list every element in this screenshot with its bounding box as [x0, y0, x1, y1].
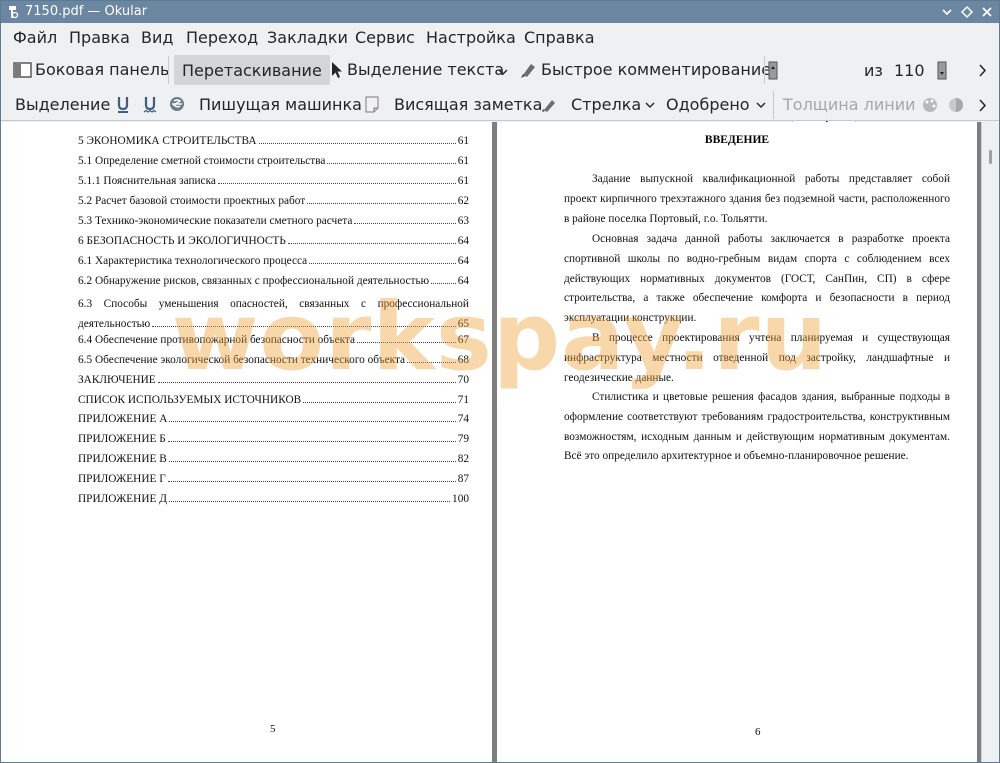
next-page-icon[interactable]	[937, 61, 947, 80]
typewriter-tool[interactable]: Пишущая машинка	[199, 95, 362, 114]
toc-entry[interactable]: ЗАКЛЮЧЕНИЕ 70	[78, 370, 469, 386]
maximize-icon[interactable]	[959, 4, 975, 20]
paragraph: В процессе проектирования учтена планиру…	[564, 332, 950, 384]
toc-entry[interactable]: ПРИЛОЖЕНИЕ А 74	[78, 409, 469, 425]
chevron-down-icon[interactable]	[645, 102, 655, 108]
toc-entry[interactable]: ПРИЛОЖЕНИЕ В 82	[78, 449, 469, 465]
title-bar[interactable]: 7150.pdf — Okular	[1, 1, 999, 23]
paragraph: Задание выпускной квалификационной работ…	[564, 173, 950, 225]
cursor-arrow-icon	[332, 61, 342, 78]
chevron-down-icon[interactable]	[756, 102, 766, 108]
arrow-tool[interactable]: Стрелка	[571, 95, 641, 114]
sidebar-icon	[13, 61, 32, 78]
text-select-label: Выделение текста	[347, 60, 505, 79]
vertical-scrollbar[interactable]	[981, 122, 999, 762]
browse-drag-button[interactable]: Перетаскивание	[174, 55, 330, 85]
menu-bar: Файл Правка Вид Переход Закладки Сервис …	[1, 23, 999, 51]
toolbar-overflow-icon[interactable]	[979, 64, 987, 77]
toc-entry[interactable]: 6.2 Обнаружение рисков, связанных с проф…	[78, 271, 469, 287]
arrow-tool-icon	[542, 100, 555, 112]
page-total-label: 110	[894, 61, 925, 80]
okular-app-icon	[9, 6, 19, 19]
previous-page-icon[interactable]	[768, 61, 778, 80]
sidebar-button[interactable]: Боковая панель	[13, 60, 169, 79]
opacity-icon[interactable]	[947, 96, 965, 113]
close-icon[interactable]	[979, 4, 995, 20]
toc-entry[interactable]: ПРИЛОЖЕНИЕ Г 87	[78, 469, 469, 485]
menu-settings[interactable]: Настройка	[426, 28, 516, 47]
text-select-button[interactable]: Выделение текста	[329, 60, 504, 79]
toc-entry[interactable]: 5.3 Технико-экономические показатели сме…	[78, 211, 469, 227]
okular-window: 7150.pdf — Okular Файл Правка Вид Перехо…	[0, 0, 1000, 763]
highlighter-icon	[521, 63, 535, 78]
menu-tools[interactable]: Сервис	[355, 28, 415, 47]
page-footer-number: 6	[755, 726, 761, 738]
pop-up-note-tool[interactable]: Висящая заметка	[394, 95, 542, 114]
toc-entry[interactable]: 6.4 Обеспечение противопожарной безопасн…	[78, 330, 469, 346]
scrollbar-handle[interactable]	[989, 150, 992, 164]
selection-tool[interactable]: Выделение	[15, 95, 110, 114]
toc-entry[interactable]: 6.1 Характеристика технологического проц…	[78, 251, 469, 267]
menu-go[interactable]: Переход	[186, 28, 258, 47]
page-footer-number: 5	[270, 723, 276, 735]
strikethrough-icon[interactable]	[169, 96, 185, 112]
menu-edit[interactable]: Правка	[69, 28, 130, 47]
toc-entry[interactable]: 5.1 Определение сметной стоимости строит…	[78, 151, 469, 167]
chevron-down-icon[interactable]	[498, 69, 508, 75]
menu-view[interactable]: Вид	[141, 28, 173, 47]
document-viewport[interactable]: 5 ЭКОНОМИКА СТРОИТЕЛЬСТВА 61 5.1 Определе…	[1, 122, 999, 762]
section-heading: ВВЕДЕНИЕ	[704, 134, 770, 146]
pdf-page-right: ВВЕДЕНИЕ Задание выпускной квалификацион…	[497, 122, 977, 762]
toc-entry-wrapped[interactable]: 6.3 Способы уменьшения опасностей, связа…	[78, 290, 469, 330]
paragraph: Стилистика и цветовые решения фасадов зд…	[564, 391, 950, 463]
quick-comment-button[interactable]: Быстрое комментирование	[519, 60, 771, 79]
toc-entry[interactable]: 6 БЕЗОПАСНОСТЬ И ЭКОЛОГИЧНОСТЬ 64	[78, 231, 469, 247]
quick-comment-label: Быстрое комментирование	[541, 60, 772, 79]
underline-icon[interactable]	[116, 96, 130, 113]
pdf-page-left: 5 ЭКОНОМИКА СТРОИТЕЛЬСТВА 61 5.1 Определе…	[1, 122, 492, 762]
toc-entry[interactable]: 6.5 Обеспечение экологической безопаснос…	[78, 350, 469, 366]
squiggle-underline-icon[interactable]	[143, 96, 157, 113]
main-toolbar: Боковая панель Перетаскивание Выделение …	[1, 51, 999, 135]
toc-entry[interactable]: ПРИЛОЖЕНИЕ Д 100	[78, 489, 469, 505]
note-icon	[365, 96, 379, 113]
page-of-label: из	[864, 61, 883, 80]
toc-entry[interactable]: 5.2 Расчет базовой стоимости проектных р…	[78, 191, 469, 207]
menu-file[interactable]: Файл	[13, 28, 57, 47]
line-width-control[interactable]: Толщина линии	[783, 95, 916, 114]
window-title: 7150.pdf — Okular	[25, 4, 148, 19]
sidebar-button-label: Боковая панель	[35, 60, 170, 79]
minimize-icon[interactable]	[939, 4, 955, 20]
browse-drag-label: Перетаскивание	[182, 60, 322, 80]
toc-entry[interactable]: ПРИЛОЖЕНИЕ Б 79	[78, 429, 469, 445]
toc-entry[interactable]: 5.1.1 Пояснительная записка 61	[78, 171, 469, 187]
stamp-tool[interactable]: Одобрено	[666, 95, 750, 114]
color-palette-icon[interactable]	[921, 96, 939, 113]
menu-help[interactable]: Справка	[524, 28, 595, 47]
annotation-toolbar: Выделение Пишущая машинка Висящая заметк…	[1, 89, 999, 121]
menu-bookmarks[interactable]: Закладки	[267, 28, 348, 47]
paragraph: Основная задача данной работы заключаетс…	[564, 233, 950, 325]
toolbar-overflow-icon[interactable]	[979, 99, 987, 112]
toc-entry[interactable]: 5 ЭКОНОМИКА СТРОИТЕЛЬСТВА 61	[78, 131, 469, 147]
toc-entry[interactable]: СПИСОК ИСПОЛЬЗУЕМЫХ ИСТОЧНИКОВ 71	[78, 390, 469, 406]
